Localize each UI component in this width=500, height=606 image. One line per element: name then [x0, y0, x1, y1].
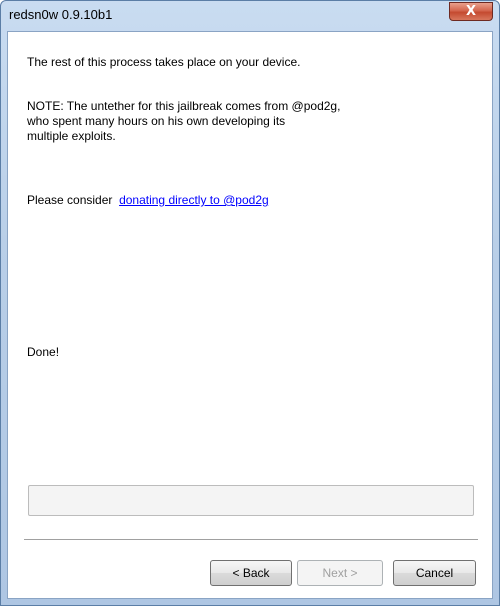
wizard-panel: The rest of this process takes place on … [7, 31, 493, 599]
divider [24, 539, 478, 541]
app-window: redsn0w 0.9.10b1 X The rest of this proc… [0, 0, 500, 606]
note-line-1: NOTE: The untether for this jailbreak co… [27, 99, 341, 113]
info-text: The rest of this process takes place on … [27, 55, 301, 69]
next-button-label: Next > [322, 566, 358, 580]
title-bar[interactable]: redsn0w 0.9.10b1 X [1, 1, 499, 29]
back-button[interactable]: < Back [210, 560, 292, 586]
note-line-2: who spent many hours on his own developi… [27, 114, 286, 128]
status-text: Done! [27, 345, 60, 359]
back-button-label: < Back [232, 566, 270, 580]
donate-prefix: Please consider [27, 193, 113, 207]
cancel-button[interactable]: Cancel [393, 560, 476, 586]
next-button[interactable]: Next > [297, 560, 383, 586]
window-title: redsn0w 0.9.10b1 [9, 7, 113, 22]
cancel-button-label: Cancel [415, 566, 454, 580]
donate-row: Please consider donating directly to @po… [27, 193, 269, 207]
donate-link[interactable]: donating directly to @pod2g [119, 193, 269, 207]
close-icon: X [465, 4, 477, 19]
note-line-3: multiple exploits. [27, 129, 116, 143]
close-button[interactable]: X [449, 2, 493, 21]
progress-bar [28, 485, 474, 516]
